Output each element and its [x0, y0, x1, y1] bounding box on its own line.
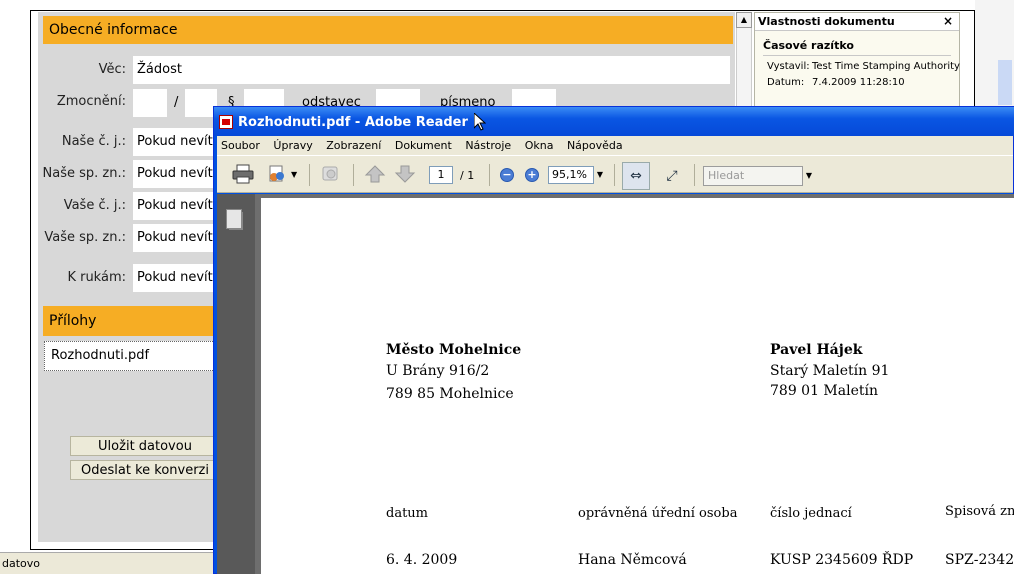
sender-city: 789 85 Mohelnice	[386, 386, 514, 402]
adobe-reader-window: Rozhodnuti.pdf - Adobe Reader Soubor Úpr…	[213, 106, 1014, 574]
attachment-item[interactable]: Rozhodnuti.pdf	[44, 341, 219, 371]
zmocneni-number-field[interactable]	[133, 89, 167, 117]
document-properties-panel: Vlastnosti dokumentu × Časové razítko Vy…	[754, 12, 960, 112]
section-header-general: Obecné informace	[43, 16, 733, 44]
date-line: Datum: 7.4.2009 11:28:10	[767, 77, 959, 88]
fit-width-icon[interactable]: ⇔	[622, 162, 650, 190]
toolbar-separator	[353, 164, 354, 186]
vase-spzn-field[interactable]: Pokud nevíte	[133, 224, 223, 252]
collaborate-dropdown-icon[interactable]: ▼	[291, 170, 297, 179]
date-key: Datum:	[767, 77, 805, 88]
right-edge-scroll	[998, 60, 1012, 105]
properties-title-bar: Vlastnosti dokumentu ×	[755, 13, 959, 31]
issuer-key: Vystavil:	[767, 61, 810, 72]
menu-zobrazeni[interactable]: Zobrazení	[326, 139, 381, 152]
scroll-up-arrow-icon[interactable]: ▲	[736, 12, 752, 28]
status-bar: datovo	[0, 552, 215, 574]
vase-cj-label: Vaše č. j.:	[63, 198, 126, 213]
vase-spzn-label: Vaše sp. zn.:	[44, 230, 126, 245]
menu-soubor[interactable]: Soubor	[221, 139, 260, 152]
print-icon[interactable]	[231, 164, 255, 186]
close-icon[interactable]: ×	[943, 14, 953, 28]
send-to-conversion-button[interactable]: Odeslat ke konverzi	[70, 460, 220, 480]
next-page-icon[interactable]	[393, 164, 417, 186]
nase-cj-field[interactable]: Pokud nevíte	[133, 128, 223, 156]
issuer-value: Test Time Stamping Authority	[812, 61, 960, 72]
recipient-street: Starý Maletín 91	[770, 363, 890, 379]
recipient-name: Pavel Hájek	[770, 342, 863, 358]
page-total: / 1	[460, 169, 475, 182]
nase-cj-label: Naše č. j.:	[61, 134, 126, 149]
properties-title: Vlastnosti dokumentu	[758, 15, 895, 28]
toolbar-separator	[489, 164, 490, 186]
navigation-pane	[217, 194, 255, 574]
vase-cj-field[interactable]: Pokud nevíte	[133, 192, 223, 220]
search-dropdown-icon[interactable]: ▼	[803, 166, 815, 186]
recipient-city: 789 01 Maletín	[770, 383, 879, 399]
sender-street: U Brány 916/2	[386, 363, 490, 379]
reader-title: Rozhodnuti.pdf - Adobe Reader	[238, 115, 468, 130]
save-button[interactable]: Uložit datovou	[70, 436, 220, 456]
timestamp-heading: Časové razítko	[763, 39, 951, 56]
header-file-mark: Spisová zn	[945, 504, 1014, 519]
toolbar-separator	[614, 164, 615, 186]
vec-field[interactable]: Žádost	[133, 56, 730, 84]
value-date: 6. 4. 2009	[386, 552, 458, 568]
zoom-level-input[interactable]: 95,1%	[548, 166, 594, 184]
pages-panel-icon[interactable]	[226, 209, 243, 230]
attach-icon[interactable]	[319, 164, 343, 186]
header-reference-number: číslo jednací	[770, 506, 852, 521]
header-datum: datum	[386, 506, 428, 521]
zoom-out-icon[interactable]: −	[500, 168, 514, 182]
value-file-mark: SPZ-2342	[945, 552, 1014, 568]
pdf-icon	[219, 115, 233, 129]
zmocneni-slash: /	[174, 95, 179, 110]
value-official: Hana Němcová	[578, 552, 687, 568]
zmocneni-label: Zmocnění:	[56, 94, 126, 109]
issuer-line: Vystavil: Test Time Stamping Authority	[767, 61, 960, 72]
previous-page-icon[interactable]	[363, 164, 387, 186]
reader-menubar: Soubor Úpravy Zobrazení Dokument Nástroj…	[217, 136, 1013, 155]
fit-page-icon[interactable]: ⤢	[658, 162, 686, 190]
menu-nastroje[interactable]: Nástroje	[465, 139, 511, 152]
nase-spzn-field[interactable]: Pokud nevíte	[133, 160, 223, 188]
header-official: oprávněná úřední osoba	[578, 506, 738, 521]
background-left-strip	[0, 0, 30, 550]
toolbar-separator	[309, 164, 310, 186]
menu-okna[interactable]: Okna	[525, 139, 554, 152]
k-rukam-field[interactable]: Pokud nevíte	[133, 264, 223, 292]
k-rukam-label: K rukám:	[67, 270, 126, 285]
zoom-dropdown-icon[interactable]: ▼	[594, 166, 606, 184]
collaborate-icon[interactable]	[265, 164, 289, 186]
pdf-page: Město Mohelnice U Brány 916/2 789 85 Moh…	[261, 198, 1014, 574]
zoom-in-icon[interactable]: +	[525, 168, 539, 182]
vec-label: Věc:	[98, 62, 126, 77]
scrollbar-track[interactable]	[736, 28, 752, 108]
value-reference-number: KUSP 2345609 ŘDP	[770, 552, 914, 568]
nase-spzn-label: Naše sp. zn.:	[42, 166, 126, 181]
reader-title-bar[interactable]: Rozhodnuti.pdf - Adobe Reader	[214, 107, 1014, 136]
reader-toolbar: ▼ 1 / 1 − + 95,1% ▼ ⇔ ⤢ Hledat ▼	[217, 155, 1013, 193]
date-value: 7.4.2009 11:28:10	[812, 77, 905, 88]
document-area[interactable]: Město Mohelnice U Brány 916/2 789 85 Moh…	[255, 194, 1014, 574]
page-number-input[interactable]: 1	[429, 166, 453, 184]
sender-name: Město Mohelnice	[386, 342, 522, 358]
menu-upravy[interactable]: Úpravy	[273, 139, 312, 152]
menu-napoveda[interactable]: Nápověda	[567, 139, 623, 152]
toolbar-separator	[694, 164, 695, 186]
search-input[interactable]: Hledat	[703, 166, 803, 186]
menu-dokument[interactable]: Dokument	[395, 139, 452, 152]
